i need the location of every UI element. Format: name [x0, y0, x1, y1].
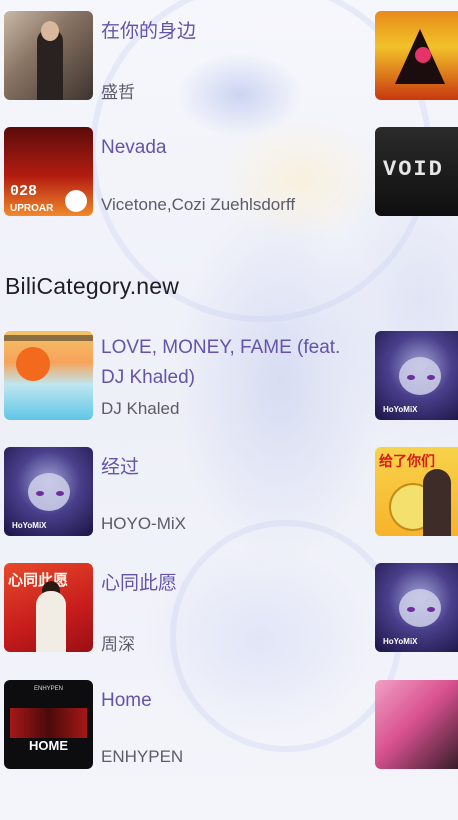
- side-album-cover[interactable]: HoYoMiX: [375, 331, 458, 420]
- song-artist: HOYO-MiX: [101, 514, 186, 533]
- cover-stage: [10, 708, 87, 738]
- song-artist: ENHYPEN: [101, 747, 184, 766]
- cover-logo: HoYoMiX: [12, 521, 47, 530]
- song-artist: 盛哲: [101, 83, 135, 102]
- cover-band: ENHYPEN: [33, 686, 63, 692]
- song-title: 心同此愿: [101, 573, 178, 594]
- song-title: LOVE, MONEY, FAME (feat. DJ Khaled): [101, 337, 341, 388]
- cover-eye: [427, 375, 435, 380]
- song-item[interactable]: 在你的身边 盛哲: [0, 11, 458, 103]
- song-item[interactable]: ENHYPEN HOME Home ENHYPEN: [0, 680, 458, 772]
- song-list: 在你的身边 盛哲 028 UPROAR Nevada Vicetone,Cozi…: [0, 0, 458, 820]
- cover-number: 028: [10, 183, 38, 200]
- cover-bar: [4, 335, 93, 341]
- song-title: 经过: [101, 457, 140, 478]
- cover-title: VOID: [383, 157, 444, 182]
- song-item[interactable]: LOVE, MONEY, FAME (feat. DJ Khaled) DJ K…: [0, 331, 458, 431]
- album-cover[interactable]: ENHYPEN HOME: [4, 680, 93, 769]
- album-cover[interactable]: 028 UPROAR: [4, 127, 93, 216]
- album-cover[interactable]: [4, 331, 93, 420]
- cover-person: [36, 591, 66, 652]
- cover-eye: [56, 491, 64, 496]
- song-title: 在你的身边: [101, 21, 197, 42]
- cover-eye: [36, 491, 44, 496]
- cover-label: UPROAR: [10, 203, 54, 214]
- song-item[interactable]: HoYoMiX 经过 HOYO-MiX 给了你们: [0, 447, 458, 539]
- song-artist: DJ Khaled: [101, 399, 180, 418]
- song-item[interactable]: 028 UPROAR Nevada Vicetone,Cozi Zuehlsdo…: [0, 127, 458, 219]
- cover-title: HOME: [29, 738, 68, 753]
- side-album-cover[interactable]: HoYoMiX: [375, 563, 458, 652]
- song-item[interactable]: 心同此愿 心同此愿 周深 HoYoMiX: [0, 563, 458, 655]
- album-cover[interactable]: HoYoMiX: [4, 447, 93, 536]
- side-album-cover[interactable]: [375, 680, 458, 769]
- cover-eye: [427, 607, 435, 612]
- cover-logo: HoYoMiX: [383, 405, 418, 414]
- label-logo-icon: [65, 190, 87, 212]
- side-album-cover[interactable]: 给了你们: [375, 447, 458, 536]
- song-artist: Vicetone,Cozi Zuehlsdorff: [101, 195, 296, 214]
- side-album-cover[interactable]: VOID: [375, 127, 458, 216]
- cover-sun: [16, 347, 50, 381]
- cover-eye: [407, 607, 415, 612]
- cover-heart: [415, 47, 431, 63]
- cover-figure-head: [41, 21, 59, 41]
- side-album-cover[interactable]: [375, 11, 458, 100]
- section-title[interactable]: BiliCategory.new: [5, 273, 179, 300]
- cover-text: 给了你们: [379, 453, 435, 469]
- cover-person: [423, 469, 451, 536]
- cover-logo: HoYoMiX: [383, 637, 418, 646]
- cover-eye: [407, 375, 415, 380]
- album-cover[interactable]: 心同此愿: [4, 563, 93, 652]
- song-title: Home: [101, 690, 152, 711]
- song-title: Nevada: [101, 137, 167, 158]
- album-cover[interactable]: [4, 11, 93, 100]
- song-artist: 周深: [101, 635, 135, 654]
